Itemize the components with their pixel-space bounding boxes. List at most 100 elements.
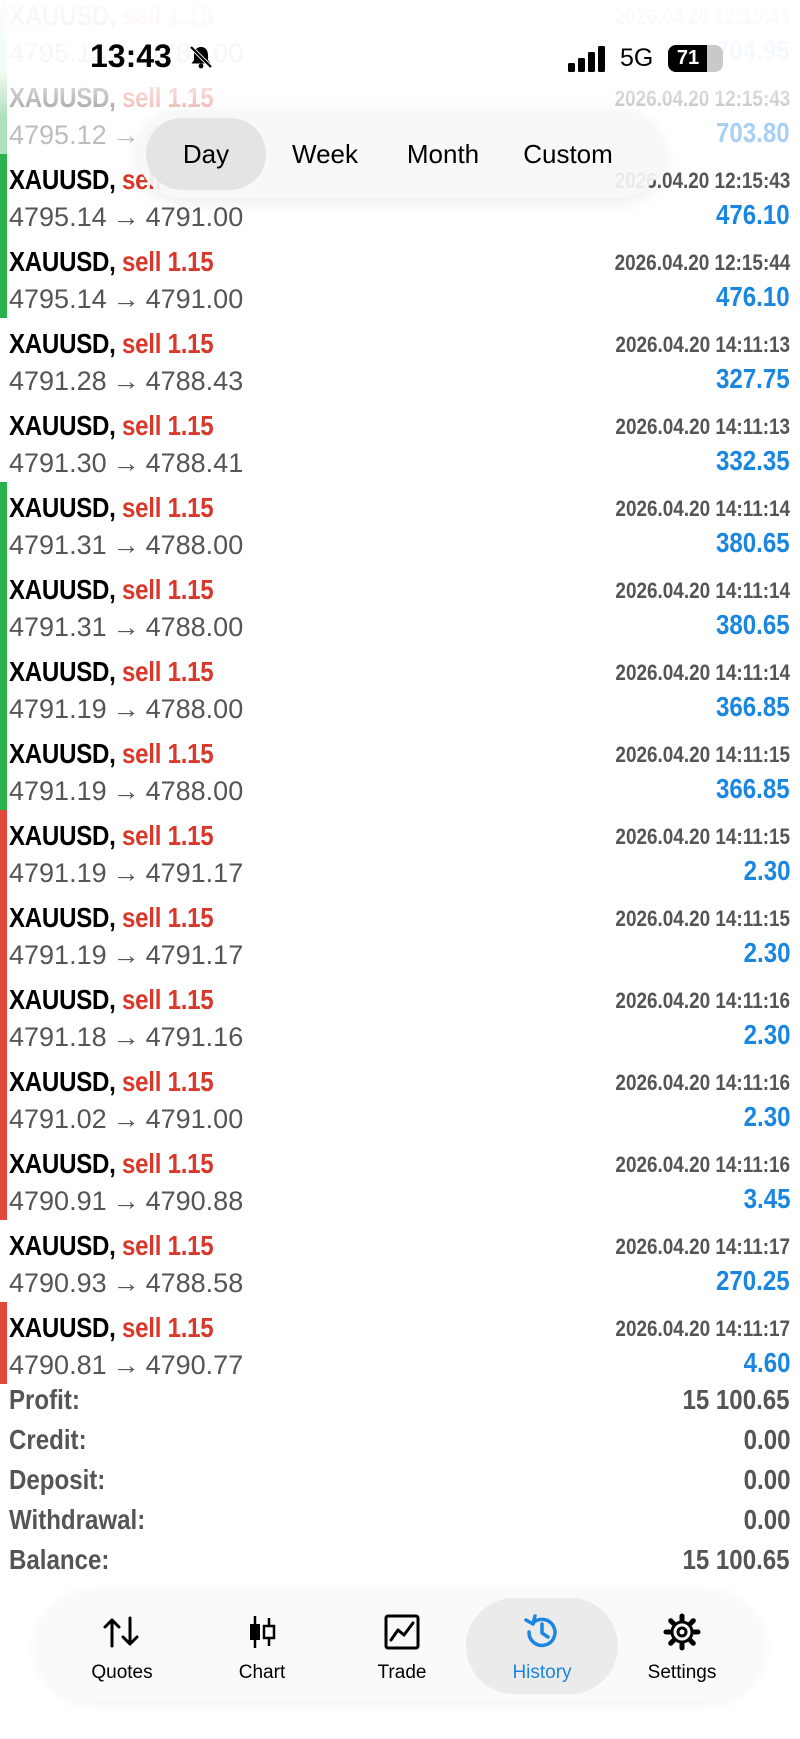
tab-history[interactable]: History	[466, 1598, 618, 1694]
deal-prices: 4791.19 → 4791.17	[9, 858, 243, 889]
deal-result-marker	[0, 646, 7, 728]
deal-prices: 4791.19 → 4788.00	[9, 776, 243, 807]
deal-prices: 4791.28 → 4788.43	[9, 366, 243, 397]
tab-chart[interactable]: Chart	[186, 1598, 338, 1694]
history-icon	[524, 1614, 557, 1648]
period-tab-day[interactable]: Day	[146, 118, 266, 190]
deal-symbol: XAUUSD,	[9, 902, 116, 933]
deal-side: sell 1.15	[122, 738, 214, 769]
deal-row[interactable]: XAUUSD, sell 1.15 2026.04.20 12:15:44 4795…	[0, 236, 800, 318]
open-price: 4791.02	[9, 1104, 107, 1134]
battery-level: 71	[676, 47, 700, 69]
trade-icon	[384, 1614, 420, 1650]
tab-quotes[interactable]: Quotes	[46, 1598, 198, 1694]
close-price: 4788.00	[145, 776, 244, 806]
arrow-icon: →	[112, 284, 140, 314]
summary-value: 0.00	[743, 1424, 790, 1455]
deal-row[interactable]: XAUUSD, sell 1.15 2026.04.20 14:11:17 4790…	[0, 1220, 800, 1302]
deal-title: XAUUSD, sell 1.15	[9, 1066, 214, 1098]
arrow-icon: →	[112, 776, 140, 806]
arrow-icon: →	[112, 366, 140, 396]
deals-list[interactable]: XAUUSD, sell 1.152026.04.20 12:15:434795…	[0, 0, 800, 1384]
deal-row[interactable]: XAUUSD, sell 1.15 2026.04.20 14:11:15 4791…	[0, 892, 800, 974]
deal-row[interactable]: XAUUSD, sell 1.15 2026.04.20 14:11:14 4791…	[0, 482, 800, 564]
account-summary: Profit: 15 100.65 Credit: 0.00 Deposit: 0.00 W…	[0, 1380, 800, 1580]
open-price: 4791.19	[9, 940, 107, 970]
deal-side: sell 1.15	[122, 492, 214, 523]
deal-side: sell 1.15	[122, 820, 214, 851]
period-tab-week[interactable]: Week	[266, 118, 384, 190]
deal-prices: 4791.18 → 4791.16	[9, 1022, 243, 1053]
deal-time: 2026.04.20 14:11:14	[615, 660, 790, 685]
arrow-icon: →	[112, 1186, 140, 1216]
close-price: 4790.77	[145, 1350, 244, 1380]
tab-settings[interactable]: Settings	[606, 1598, 758, 1694]
arrow-icon: →	[112, 1022, 140, 1052]
deal-profit: 327.75	[716, 363, 790, 394]
deal-title: XAUUSD, sell 1.15	[9, 1312, 214, 1344]
arrow-icon: →	[112, 530, 140, 560]
signal-icon	[568, 46, 605, 72]
deal-title: XAUUSD, sell 1.15	[9, 820, 214, 852]
deal-row[interactable]: XAUUSD, sell 1.15 2026.04.20 14:11:16 4791…	[0, 974, 800, 1056]
tab-trade[interactable]: Trade	[326, 1598, 478, 1694]
deal-row[interactable]: XAUUSD, sell 1.15 2026.04.20 14:11:17 4790…	[0, 1302, 800, 1384]
period-tab-custom[interactable]: Custom	[478, 118, 658, 190]
deal-row[interactable]: XAUUSD, sell 1.15 2026.04.20 14:11:14 4791…	[0, 564, 800, 646]
deal-result-marker	[0, 1138, 7, 1220]
deal-symbol: XAUUSD,	[9, 574, 116, 605]
close-price: 4791.16	[145, 1022, 244, 1052]
open-price: 4791.31	[9, 612, 107, 642]
deal-symbol: XAUUSD,	[9, 1148, 116, 1179]
deal-title: XAUUSD, sell 1.15	[9, 328, 214, 360]
open-price: 4791.31	[9, 530, 107, 560]
tab-label: History	[512, 1662, 572, 1683]
deal-prices: 4791.19 → 4788.00	[9, 694, 243, 725]
summary-label: Withdrawal:	[9, 1504, 146, 1535]
close-price: 4791.17	[145, 940, 244, 970]
tab-label: Quotes	[91, 1662, 153, 1683]
arrow-icon: →	[112, 120, 140, 150]
summary-label: Deposit:	[9, 1464, 106, 1495]
summary-row: Profit: 15 100.65	[0, 1380, 800, 1420]
deal-time: 2026.04.20 14:11:16	[615, 1070, 790, 1095]
deal-symbol: XAUUSD,	[9, 328, 116, 359]
deal-symbol: XAUUSD,	[9, 820, 116, 851]
deal-symbol: XAUUSD,	[9, 984, 116, 1015]
deal-row[interactable]: XAUUSD, sell 1.15 2026.04.20 14:11:13 4791…	[0, 400, 800, 482]
summary-value: 0.00	[743, 1464, 790, 1495]
deal-row[interactable]: XAUUSD, sell 1.15 2026.04.20 14:11:15 4791…	[0, 810, 800, 892]
deal-symbol: XAUUSD,	[9, 410, 116, 441]
summary-label: Credit:	[9, 1424, 87, 1455]
deal-side: sell 1.15	[122, 1312, 214, 1343]
close-price: 4788.43	[145, 366, 244, 396]
deal-profit: 366.85	[716, 691, 790, 722]
deal-profit: 332.35	[716, 445, 790, 476]
summary-value: 15 100.65	[682, 1544, 790, 1575]
deal-profit: 476.10	[716, 281, 790, 312]
status-time: 13:43	[90, 38, 172, 74]
deal-time: 2026.04.20 14:11:14	[615, 578, 790, 603]
deal-prices: 4791.19 → 4791.17	[9, 940, 243, 971]
deal-symbol: XAUUSD,	[9, 246, 116, 277]
deal-row[interactable]: XAUUSD, sell 1.15 2026.04.20 14:11:16 4791…	[0, 1056, 800, 1138]
arrow-icon: →	[112, 202, 140, 232]
deal-row[interactable]: XAUUSD, sell 1.15 2026.04.20 14:11:13 4791…	[0, 318, 800, 400]
open-price: 4791.18	[9, 1022, 107, 1052]
deal-profit: 3.45	[743, 1183, 790, 1214]
deal-prices: 4790.81 → 4790.77	[9, 1350, 243, 1381]
deal-row[interactable]: XAUUSD, sell 1.15 2026.04.20 14:11:14 4791…	[0, 646, 800, 728]
deal-profit: 270.25	[716, 1265, 790, 1296]
deal-row[interactable]: XAUUSD, sell 1.15 2026.04.20 14:11:15 4791…	[0, 728, 800, 810]
arrow-icon: →	[112, 858, 140, 888]
close-price: 4788.00	[145, 612, 244, 642]
deal-time: 2026.04.20 14:11:16	[615, 1152, 790, 1177]
deal-symbol: XAUUSD,	[9, 1066, 116, 1097]
deal-title: XAUUSD, sell 1.15	[9, 1230, 214, 1262]
status-bar: 13:43 5G 71	[0, 0, 800, 118]
deal-profit: 366.85	[716, 773, 790, 804]
deal-row[interactable]: XAUUSD, sell 1.15 2026.04.20 14:11:16 4790…	[0, 1138, 800, 1220]
close-price: 4788.00	[145, 694, 244, 724]
open-price: 4795.12	[9, 120, 107, 150]
deal-profit: 2.30	[743, 1101, 790, 1132]
